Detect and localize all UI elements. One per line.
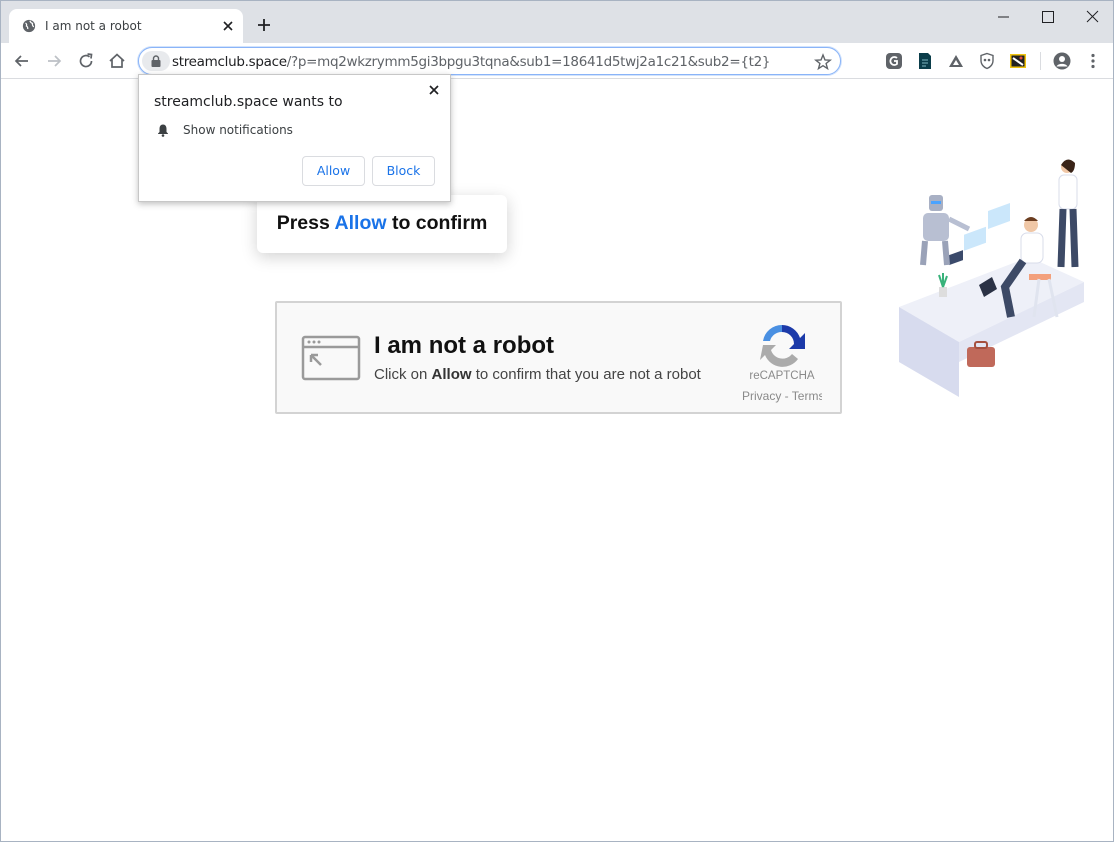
office-illustration bbox=[899, 159, 1084, 397]
tab-title: I am not a robot bbox=[45, 19, 142, 33]
allow-button[interactable]: Allow bbox=[302, 156, 365, 186]
press-allow-text: Press Allow to confirm bbox=[257, 212, 507, 235]
recaptcha-links[interactable]: Privacy - Terms bbox=[742, 389, 822, 403]
profile-avatar-icon[interactable] bbox=[1053, 52, 1071, 70]
globe-icon bbox=[22, 19, 36, 33]
press-prefix: Press bbox=[276, 212, 330, 234]
recaptcha-brand: reCAPTCHA bbox=[749, 370, 815, 382]
menu-kebab-icon[interactable] bbox=[1084, 52, 1102, 70]
browser-window-icon bbox=[301, 335, 361, 381]
url-text: streamclub.space/?p=mq2wkzrymm5gi3bpgu3t… bbox=[172, 54, 771, 70]
bell-icon bbox=[158, 124, 168, 137]
captcha-sub-suffix: to confirm that you are not a robot bbox=[475, 366, 701, 383]
lock-icon bbox=[151, 55, 161, 67]
popup-title: streamclub.space wants to bbox=[154, 94, 343, 110]
new-tab-icon[interactable] bbox=[256, 17, 272, 33]
captcha-heading: I am not a robot bbox=[374, 332, 554, 359]
home-icon[interactable] bbox=[106, 50, 128, 72]
toolbar-divider bbox=[1040, 52, 1041, 70]
extension-triangle-icon[interactable] bbox=[947, 52, 965, 70]
tab-strip: I am not a robot bbox=[1, 1, 1113, 43]
address-bar[interactable]: streamclub.space/?p=mq2wkzrymm5gi3bpgu3t… bbox=[138, 47, 841, 75]
fake-captcha-box[interactable]: I am not a robot Click on Allow to confi… bbox=[275, 301, 842, 414]
extension-shield-icon[interactable] bbox=[978, 52, 996, 70]
close-window-icon[interactable] bbox=[1083, 7, 1103, 27]
minimize-icon[interactable] bbox=[994, 7, 1014, 27]
tab-active[interactable]: I am not a robot bbox=[9, 9, 243, 43]
back-icon[interactable] bbox=[11, 50, 33, 72]
press-highlight: Allow bbox=[334, 212, 387, 234]
recaptcha-logo-icon bbox=[760, 324, 805, 367]
press-suffix: to confirm bbox=[391, 212, 488, 234]
captcha-subtext: Click on Allow to confirm that you are n… bbox=[374, 366, 701, 383]
popup-permission-text: Show notifications bbox=[183, 123, 293, 137]
press-allow-banner: Press Allow to confirm bbox=[257, 195, 507, 253]
bookmark-star-icon[interactable] bbox=[814, 53, 832, 71]
block-button[interactable]: Block bbox=[372, 156, 435, 186]
extension-doc-icon[interactable] bbox=[916, 52, 934, 70]
notification-permission-popup: streamclub.space wants to Show notificat… bbox=[138, 74, 451, 202]
tab-close-icon[interactable] bbox=[221, 19, 235, 33]
captcha-sub-prefix: Click on bbox=[374, 366, 428, 383]
browser-window: I am not a robot streamclub.space/?p=mq2… bbox=[0, 0, 1114, 842]
forward-icon[interactable] bbox=[43, 50, 65, 72]
reload-icon[interactable] bbox=[75, 50, 97, 72]
maximize-icon[interactable] bbox=[1038, 7, 1058, 27]
popup-close-icon[interactable] bbox=[427, 83, 441, 97]
url-path: /?p=mq2wkzrymm5gi3bpgu3tqna&sub1=18641d5… bbox=[286, 54, 771, 70]
url-host: streamclub.space bbox=[172, 54, 287, 70]
extension-g-icon[interactable] bbox=[885, 52, 903, 70]
site-info-button[interactable] bbox=[142, 51, 170, 71]
captcha-sub-bold: Allow bbox=[431, 366, 472, 383]
extension-picture-icon[interactable] bbox=[1009, 52, 1027, 70]
